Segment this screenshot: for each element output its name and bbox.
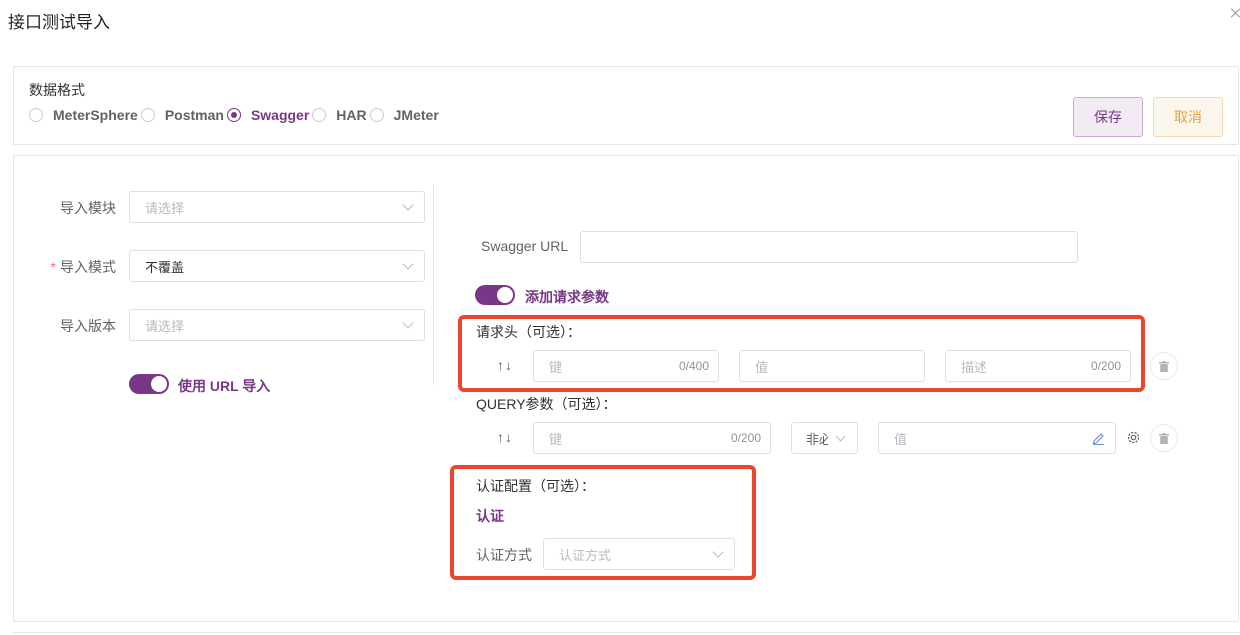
radio-label: HAR [336,107,367,123]
settings-gear-icon[interactable] [1126,430,1141,445]
dialog-title: 接口测试导入 [8,13,110,32]
query-label: QUERY参数（可选）： [476,396,617,412]
radio-dot[interactable] [312,108,327,122]
radio-label: Swagger [250,107,310,123]
mode-value: 不覆盖 [145,259,185,275]
use-url-label: 使用 URL 导入 [178,378,271,394]
mode-label-text: 导入模式 [60,259,116,275]
module-placeholder: 请选择 [145,200,185,216]
header-desc-placeholder: 描述 [961,359,988,375]
required-mark: * [50,259,56,275]
query-key-placeholder: 键 [549,431,563,447]
radio-label: Postman [164,107,224,123]
chevron-down-icon [712,546,724,558]
delete-query-button[interactable] [1150,424,1178,452]
chevron-down-icon [402,199,414,211]
header-key-input[interactable]: 键 0/400 [533,350,719,382]
radio-dot[interactable] [369,108,384,122]
radio-dot[interactable] [140,108,155,122]
version-label: 导入版本 [60,318,116,334]
radio-metersphere[interactable]: MeterSphere [29,107,138,123]
query-key-input[interactable]: 键 0/200 [533,422,771,454]
header-key-count: 0/400 [678,359,709,373]
close-icon[interactable] [1229,6,1240,20]
radio-postman[interactable]: Postman [140,107,224,123]
chevron-down-icon [402,258,414,270]
edit-pencil-icon[interactable] [1092,431,1105,445]
radio-jmeter[interactable]: JMeter [369,107,439,123]
chevron-down-icon [402,317,414,329]
swagger-url-label: Swagger URL [481,238,569,254]
header-key-placeholder: 键 [549,359,563,375]
delete-header-button[interactable] [1150,352,1178,380]
swagger-url-input[interactable] [580,231,1078,263]
radio-dot-checked[interactable] [226,108,241,122]
save-button[interactable]: 保存 [1073,97,1143,137]
query-value-placeholder: 值 [894,431,908,447]
query-value-input[interactable]: 值 [878,422,1116,454]
add-params-label: 添加请求参数 [525,289,609,305]
radio-har[interactable]: HAR [312,107,367,123]
mode-label: * 导入模式 [46,257,116,277]
use-url-toggle[interactable] [129,374,169,394]
auth-config-label: 认证配置（可选）： [476,478,595,494]
radio-swagger[interactable]: Swagger [226,107,310,123]
query-required-select[interactable]: 非必 [791,422,858,454]
auth-method-label: 认证方式 [476,547,532,563]
format-radio-group: MeterSphere Postman Swagger HAR JMeter [29,107,442,123]
header-desc-count: 0/200 [1090,359,1121,373]
auth-method-select[interactable]: 认证方式 [543,538,735,570]
headers-label: 请求头（可选）： [476,324,581,340]
mode-select[interactable]: 不覆盖 [129,250,425,282]
sort-handle-icon[interactable]: ↑↓ [497,429,513,445]
header-desc-input[interactable]: 描述 0/200 [945,350,1131,382]
chevron-down-icon [835,431,846,442]
module-label: 导入模块 [60,200,116,216]
version-placeholder: 请选择 [145,318,185,334]
column-divider [433,184,434,385]
radio-label: JMeter [393,107,439,123]
format-card: 数据格式 MeterSphere Postman Swagger HAR JMe… [13,66,1239,145]
trash-icon [1159,432,1169,444]
trash-icon [1159,360,1169,372]
header-value-placeholder: 值 [755,359,769,375]
header-value-input[interactable]: 值 [739,350,925,382]
module-select[interactable]: 请选择 [129,191,425,223]
cancel-button[interactable]: 取消 [1153,97,1223,137]
add-params-toggle[interactable] [475,285,515,305]
version-select[interactable]: 请选择 [129,309,425,341]
radio-dot[interactable] [29,108,43,122]
query-required-value: 非必 [806,431,828,447]
query-key-count: 0/200 [730,431,761,445]
auth-method-placeholder: 认证方式 [559,547,612,563]
auth-tab[interactable]: 认证 [476,506,504,526]
footer-divider [13,632,1239,633]
format-label: 数据格式 [29,82,85,98]
sort-handle-icon[interactable]: ↑↓ [497,357,513,373]
radio-label: MeterSphere [53,107,138,123]
